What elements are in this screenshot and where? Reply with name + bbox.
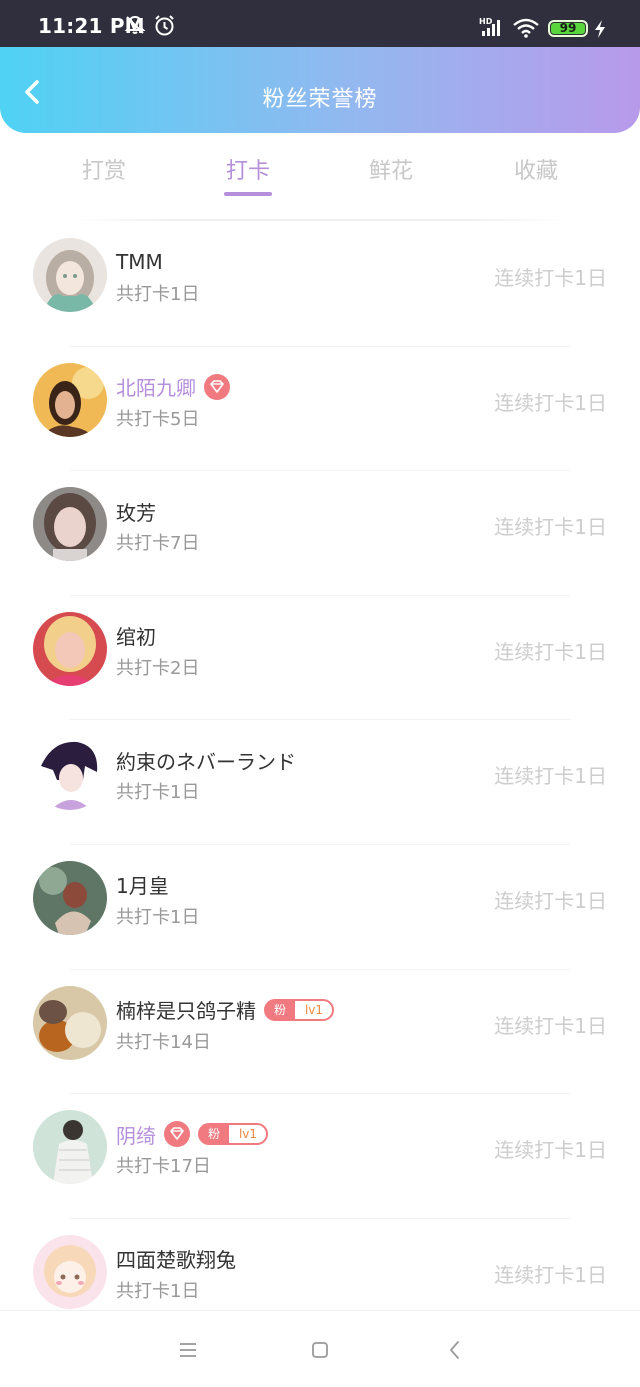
avatar[interactable] xyxy=(33,736,107,811)
list-item[interactable]: TMM 共打卡1日 连续打卡1日 xyxy=(0,222,640,347)
streak-checkin: 连续打卡1日 xyxy=(494,888,607,913)
avatar[interactable] xyxy=(33,860,107,935)
fan-badge-label: 粉 xyxy=(265,999,295,1020)
total-checkin: 共打卡14日 xyxy=(116,1031,211,1053)
user-name: TMM xyxy=(116,250,163,274)
list-item[interactable]: 約束のネバーランド 共打卡1日 连续打卡1日 xyxy=(0,720,640,845)
user-name: 北陌九卿 xyxy=(116,376,196,401)
diamond-vip-icon xyxy=(164,1121,190,1148)
avatar[interactable] xyxy=(33,487,107,562)
fan-badge-label: 粉 xyxy=(199,1124,229,1145)
streak-checkin: 连续打卡1日 xyxy=(494,1262,607,1287)
svg-text:HD: HD xyxy=(479,17,493,26)
avatar[interactable] xyxy=(33,238,107,312)
user-name: 四面楚歌翔兔 xyxy=(116,1248,236,1273)
header-bar: 粉丝荣誉榜 xyxy=(0,47,640,133)
tab-flowers[interactable]: 鲜花 xyxy=(341,153,441,185)
home-square-icon[interactable] xyxy=(305,1335,335,1365)
avatar[interactable] xyxy=(33,1234,107,1309)
user-name: 阴绮 xyxy=(116,1123,156,1148)
streak-checkin: 连续打卡1日 xyxy=(494,1138,607,1163)
menu-icon[interactable] xyxy=(173,1335,203,1365)
streak-checkin: 连续打卡1日 xyxy=(494,515,607,540)
user-name: 1月皇 xyxy=(116,874,169,899)
back-chevron-icon[interactable] xyxy=(440,1335,470,1365)
total-checkin: 共打卡7日 xyxy=(116,533,200,555)
avatar[interactable] xyxy=(33,1110,107,1185)
fan-badge-level: lv1 xyxy=(238,1127,258,1142)
total-checkin: 共打卡1日 xyxy=(116,1280,200,1302)
tab-reward[interactable]: 打赏 xyxy=(54,153,154,185)
divider xyxy=(70,219,570,221)
total-checkin: 共打卡17日 xyxy=(116,1156,211,1178)
fan-level-badge: 粉 lv1 xyxy=(264,998,334,1021)
fan-ranking-list: TMM 共打卡1日 连续打卡1日 北陌九卿 共打卡5日 连续打卡1日 玫芳 共打… xyxy=(0,222,640,1343)
user-name: 楠梓是只鸽子精 xyxy=(116,999,256,1024)
mute-icon xyxy=(124,15,146,34)
total-checkin: 共打卡2日 xyxy=(116,657,200,679)
hd-signal-icon: HD xyxy=(479,17,500,36)
battery-level: 99 xyxy=(559,21,577,35)
tab-checkin[interactable]: 打卡 xyxy=(198,153,298,185)
wifi-icon xyxy=(513,18,539,38)
list-item[interactable]: 绾初 共打卡2日 连续打卡1日 xyxy=(0,596,640,721)
total-checkin: 共打卡1日 xyxy=(116,284,200,305)
fan-badge-level: lv1 xyxy=(304,1002,324,1017)
streak-checkin: 连续打卡1日 xyxy=(494,1013,607,1038)
tab-favorites[interactable]: 收藏 xyxy=(486,153,586,185)
status-bar: 11:21 PM HD 99 xyxy=(0,0,640,48)
battery-icon: 99 xyxy=(548,20,588,37)
avatar[interactable] xyxy=(33,611,107,686)
list-item[interactable]: 阴绮 粉 lv1 共打卡17日 连续打卡1日 xyxy=(0,1094,640,1219)
total-checkin: 共打卡1日 xyxy=(116,906,200,928)
avatar[interactable] xyxy=(33,362,107,437)
user-name: 約束のネバーランド xyxy=(116,749,296,774)
streak-checkin: 连续打卡1日 xyxy=(494,764,607,789)
screen: 11:21 PM HD 99 粉丝荣誉榜 打赏 打卡 鲜花 收藏 TMM 共打卡… xyxy=(0,0,640,1387)
diamond-vip-icon xyxy=(204,373,230,400)
fan-level-badge: 粉 lv1 xyxy=(198,1123,268,1146)
active-tab-indicator xyxy=(224,192,272,196)
charging-icon xyxy=(595,20,605,38)
list-item[interactable]: 楠梓是只鸽子精 粉 lv1 共打卡14日 连续打卡1日 xyxy=(0,970,640,1095)
list-item[interactable]: 1月皇 共打卡1日 连续打卡1日 xyxy=(0,845,640,970)
tab-bar: 打赏 打卡 鲜花 收藏 xyxy=(0,133,640,221)
user-name: 绾初 xyxy=(116,625,156,650)
streak-checkin: 连续打卡1日 xyxy=(494,390,607,415)
streak-checkin: 连续打卡1日 xyxy=(494,266,607,290)
streak-checkin: 连续打卡1日 xyxy=(494,639,607,664)
system-nav-bar xyxy=(0,1310,640,1387)
list-item[interactable]: 北陌九卿 共打卡5日 连续打卡1日 xyxy=(0,347,640,472)
avatar[interactable] xyxy=(33,985,107,1060)
total-checkin: 共打卡1日 xyxy=(116,782,200,804)
alarm-icon xyxy=(155,15,174,36)
list-item[interactable]: 玫芳 共打卡7日 连续打卡1日 xyxy=(0,471,640,596)
page-title: 粉丝荣誉榜 xyxy=(262,87,378,112)
total-checkin: 共打卡5日 xyxy=(116,408,200,430)
user-name: 玫芳 xyxy=(116,500,156,525)
